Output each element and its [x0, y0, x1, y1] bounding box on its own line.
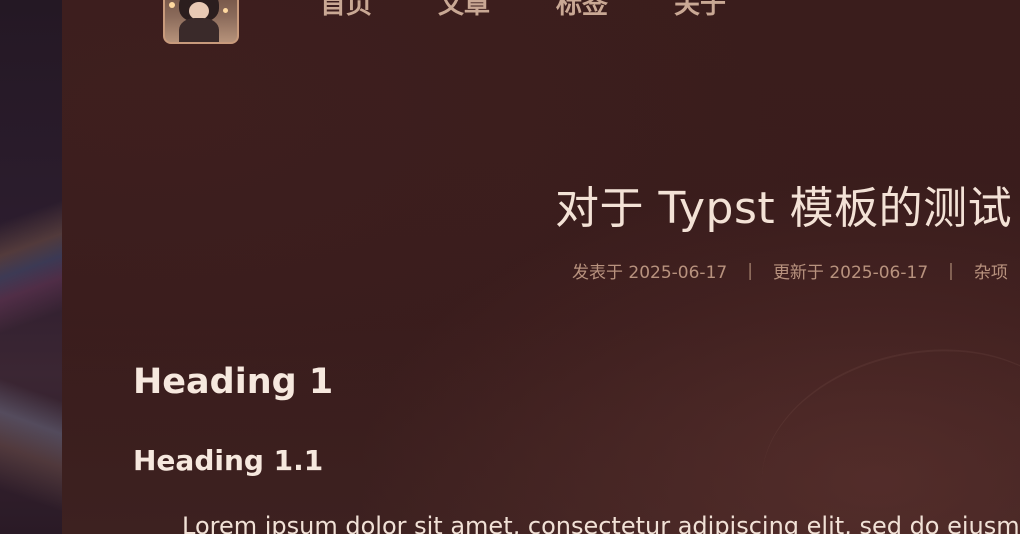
- nav-item-home[interactable]: 首页: [320, 0, 372, 21]
- post-published-date: 发表于 2025-06-17: [572, 263, 728, 283]
- main-nav: 首页 文章 标签 关于: [320, 0, 726, 21]
- site-avatar[interactable]: [163, 0, 239, 44]
- meta-separator: |: [747, 260, 753, 281]
- post-category-link[interactable]: 杂项: [974, 258, 1008, 283]
- post-meta: 发表于 2025-06-17 | 更新于 2025-06-17 | 杂项: [572, 258, 1008, 284]
- meta-separator: |: [948, 260, 954, 281]
- content-heading-1: Heading 1: [133, 362, 334, 402]
- post-updated-date: 更新于 2025-06-17: [772, 263, 929, 283]
- nav-item-posts[interactable]: 文章: [438, 0, 490, 21]
- post-title: 对于 Typst 模板的测试: [555, 183, 1013, 234]
- content-heading-1-1: Heading 1.1: [133, 444, 324, 477]
- nav-item-about[interactable]: 关于: [674, 0, 726, 21]
- background-side-strip: [0, 0, 62, 534]
- avatar-lamp: [169, 2, 175, 8]
- avatar-coat: [179, 18, 219, 42]
- content-paragraph: Lorem ipsum dolor sit amet, consectetur …: [182, 512, 1020, 534]
- page: 首页 文章 标签 关于 对于 Typst 模板的测试 发表于 2025-06-1…: [0, 0, 1020, 534]
- avatar-lamp: [223, 8, 228, 13]
- nav-item-tags[interactable]: 标签: [556, 0, 608, 21]
